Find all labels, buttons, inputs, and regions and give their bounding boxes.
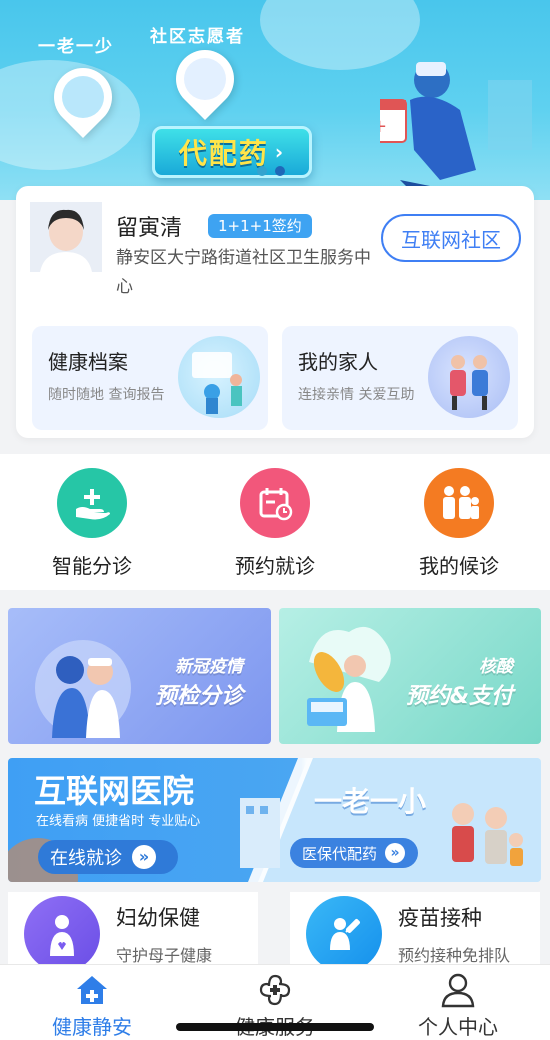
carousel-dot-active xyxy=(275,166,285,176)
health-record-illustration xyxy=(178,336,260,418)
clover-cross-icon xyxy=(195,971,355,1009)
health-record-title: 健康档案 xyxy=(48,350,128,374)
my-family-tile[interactable]: 我的家人 连接亲情 关爱互助 xyxy=(282,326,518,430)
maternal-child-care-title: 妇幼保健 xyxy=(116,906,200,930)
doctor-organization: 静安区大宁路街道社区卫生服务中心 xyxy=(116,248,371,297)
carousel-dot xyxy=(257,166,267,176)
internet-community-button[interactable]: 互联网社区 xyxy=(381,214,521,262)
family-doctor-card: 留寅清 1+1+1签约 静安区大宁路街道社区卫生服务中心 互联网社区 健康档案 … xyxy=(16,186,534,438)
medical-staff-illustration xyxy=(35,640,131,738)
covid-triage-line1: 新冠疫情 xyxy=(175,657,243,677)
volunteer-pin-icon xyxy=(163,37,247,121)
insurance-medicine-label: 医保代配药 xyxy=(302,844,378,863)
home-icon xyxy=(12,971,172,1009)
tab-personal-center[interactable]: 个人中心 xyxy=(378,971,538,1040)
my-family-title: 我的家人 xyxy=(298,350,378,374)
calendar-clock-icon xyxy=(240,468,310,538)
appointment-label: 预约就诊 xyxy=(235,554,315,578)
elder-child-title: 一老一小 xyxy=(314,785,427,818)
family-icon xyxy=(424,468,494,538)
internet-hospital-subtitle: 在线看病 便捷省时 专业贴心 xyxy=(36,814,201,829)
quick-actions: 智能分诊 预约就诊 我的候诊 xyxy=(0,454,550,590)
contract-badge: 1+1+1签约 xyxy=(208,214,312,238)
lab-doctor-illustration xyxy=(307,626,391,732)
carousel-dots xyxy=(257,166,285,176)
tab-personal-center-label: 个人中心 xyxy=(418,1015,498,1039)
medicine-delivery-button[interactable]: 代配药 › xyxy=(152,126,312,178)
chevron-right-icon: › xyxy=(274,140,286,164)
internet-hospital-title: 互联网医院 xyxy=(34,772,195,810)
vaccination-title: 疫苗接种 xyxy=(398,906,482,930)
my-queue-label: 我的候诊 xyxy=(419,554,499,578)
svg-text:+: + xyxy=(380,116,387,137)
health-record-subtitle: 随时随地 查询报告 xyxy=(48,387,165,403)
covid-triage-line2: 预检分诊 xyxy=(154,684,243,709)
my-queue-button[interactable]: 我的候诊 xyxy=(389,468,529,579)
vaccination-card[interactable]: 疫苗接种 预约接种免排队 xyxy=(290,892,540,968)
hand-plus-icon xyxy=(57,468,127,538)
hero-tag-right: 社区志愿者 xyxy=(150,27,245,47)
smart-triage-button[interactable]: 智能分诊 xyxy=(22,468,162,579)
hero-banner[interactable]: 一老一少 社区志愿者 代配药 › + xyxy=(0,0,550,200)
double-chevron-icon: » xyxy=(385,843,406,863)
online-consult-button[interactable]: 在线就诊 » xyxy=(38,840,178,874)
person-icon xyxy=(378,971,538,1009)
my-family-illustration xyxy=(428,336,510,418)
covid-triage-banner[interactable]: 新冠疫情 预检分诊 xyxy=(8,608,271,744)
nucleic-acid-banner[interactable]: 核酸 预约&支付 xyxy=(279,608,541,744)
tab-health-jingan[interactable]: 健康静安 xyxy=(12,971,172,1040)
doctor-avatar xyxy=(30,202,102,272)
my-family-subtitle: 连接亲情 关爱互助 xyxy=(298,387,415,403)
nucleic-acid-line2: 预约&支付 xyxy=(405,684,513,709)
maternal-child-care-card[interactable]: 妇幼保健 守护母子健康 xyxy=(8,892,258,968)
medicine-delivery-label: 代配药 xyxy=(178,137,269,170)
nucleic-acid-line1: 核酸 xyxy=(479,657,513,677)
smart-triage-label: 智能分诊 xyxy=(52,554,132,578)
home-indicator[interactable] xyxy=(176,1023,374,1031)
mother-child-icon xyxy=(24,896,100,968)
app-screen: 一老一少 社区志愿者 代配药 › + xyxy=(0,0,550,1040)
delivery-courier-illustration: + xyxy=(380,62,532,190)
vaccination-subtitle: 预约接种免排队 xyxy=(398,946,511,965)
online-consult-label: 在线就诊 xyxy=(50,848,122,869)
double-chevron-icon: » xyxy=(132,845,156,869)
internet-hospital-banner[interactable]: 互联网医院 在线看病 便捷省时 专业贴心 在线就诊 » 一老一小 医保代配药 » xyxy=(8,758,541,882)
hero-tag-left: 一老一少 xyxy=(38,37,114,57)
appointment-button[interactable]: 预约就诊 xyxy=(205,468,345,579)
maternal-child-care-subtitle: 守护母子健康 xyxy=(116,946,213,965)
doctor-name: 留寅清 xyxy=(116,216,183,241)
insurance-medicine-button[interactable]: 医保代配药 » xyxy=(290,838,418,868)
tab-health-jingan-label: 健康静安 xyxy=(52,1015,132,1039)
vaccine-icon xyxy=(306,896,382,968)
health-record-tile[interactable]: 健康档案 随时随地 查询报告 xyxy=(32,326,268,430)
